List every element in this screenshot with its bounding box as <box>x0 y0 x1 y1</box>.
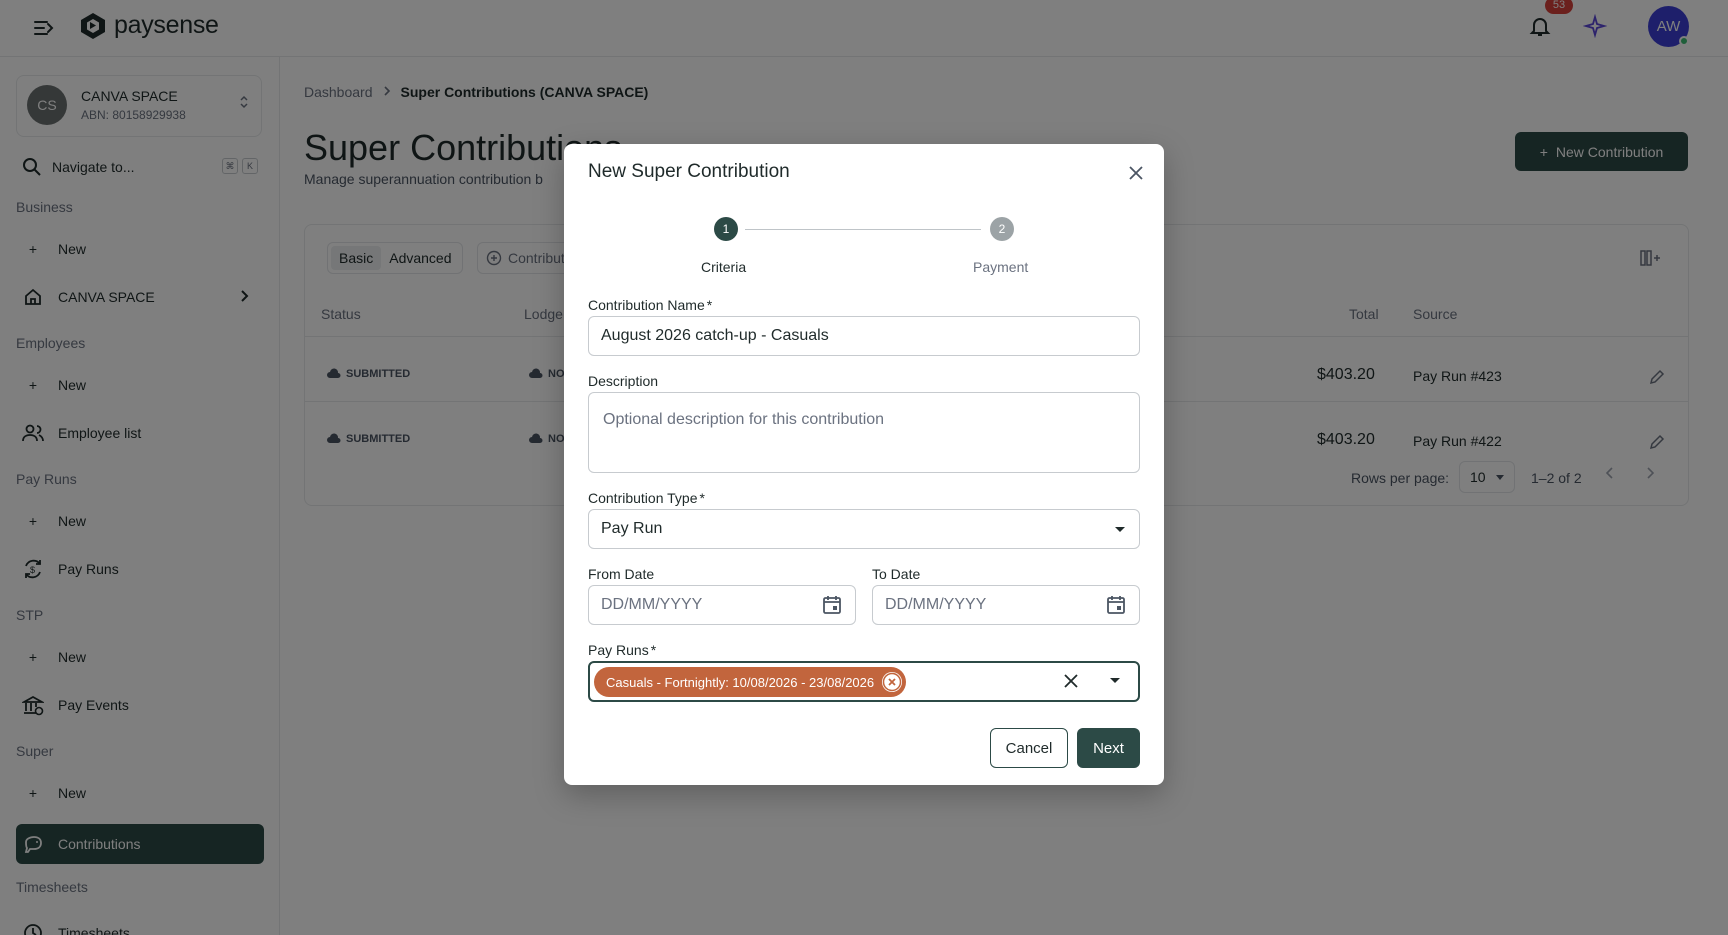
contribution-name-input[interactable]: August 2026 catch-up - Casuals <box>588 316 1140 356</box>
caret-down-icon[interactable] <box>1110 678 1120 683</box>
contribution-type-label-text: Contribution Type <box>588 490 698 506</box>
clear-selection-icon[interactable] <box>1062 672 1080 690</box>
calendar-icon[interactable] <box>821 594 843 616</box>
remove-chip-icon[interactable] <box>882 672 903 692</box>
close-icon[interactable] <box>1124 161 1148 185</box>
cancel-button[interactable]: Cancel <box>990 728 1068 768</box>
description-textarea[interactable]: Optional description for this contributi… <box>588 392 1140 473</box>
to-date-placeholder: DD/MM/YYYY <box>885 596 987 613</box>
from-date-input[interactable]: DD/MM/YYYY <box>588 585 856 625</box>
contribution-name-label-text: Contribution Name <box>588 297 705 313</box>
pay-runs-label: Pay Runs * <box>588 642 656 658</box>
calendar-icon[interactable] <box>1105 594 1127 616</box>
step-2-label: Payment <box>973 259 1029 275</box>
pay-run-chip: Casuals - Fortnightly: 10/08/2026 - 23/0… <box>594 667 907 697</box>
new-super-contribution-dialog: New Super Contribution 1 2 Criteria Paym… <box>564 144 1164 785</box>
step-1-indicator: 1 <box>714 217 738 241</box>
next-button[interactable]: Next <box>1077 728 1140 768</box>
pay-run-chip-label: Casuals - Fortnightly: 10/08/2026 - 23/0… <box>606 674 875 690</box>
contribution-type-select[interactable]: Pay Run <box>588 509 1140 549</box>
pay-runs-multiselect[interactable]: Casuals - Fortnightly: 10/08/2026 - 23/0… <box>588 661 1140 702</box>
to-date-input[interactable]: DD/MM/YYYY <box>872 585 1140 625</box>
caret-down-icon <box>1115 527 1125 532</box>
from-date-placeholder: DD/MM/YYYY <box>601 596 703 613</box>
to-date-label: To Date <box>872 566 921 582</box>
step-1-label: Criteria <box>701 259 747 275</box>
description-label: Description <box>588 373 659 389</box>
contribution-type-value: Pay Run <box>601 520 663 537</box>
stepper-connector <box>745 229 981 230</box>
pay-runs-label-text: Pay Runs <box>588 642 649 658</box>
dialog-title: New Super Contribution <box>588 161 790 182</box>
contribution-type-label: Contribution Type * <box>588 490 705 506</box>
step-2-indicator: 2 <box>990 217 1014 241</box>
required-mark: * <box>706 297 713 313</box>
from-date-label: From Date <box>588 566 655 582</box>
required-mark: * <box>699 490 705 506</box>
required-mark: * <box>650 642 657 658</box>
contribution-name-label: Contribution Name * <box>588 297 712 313</box>
